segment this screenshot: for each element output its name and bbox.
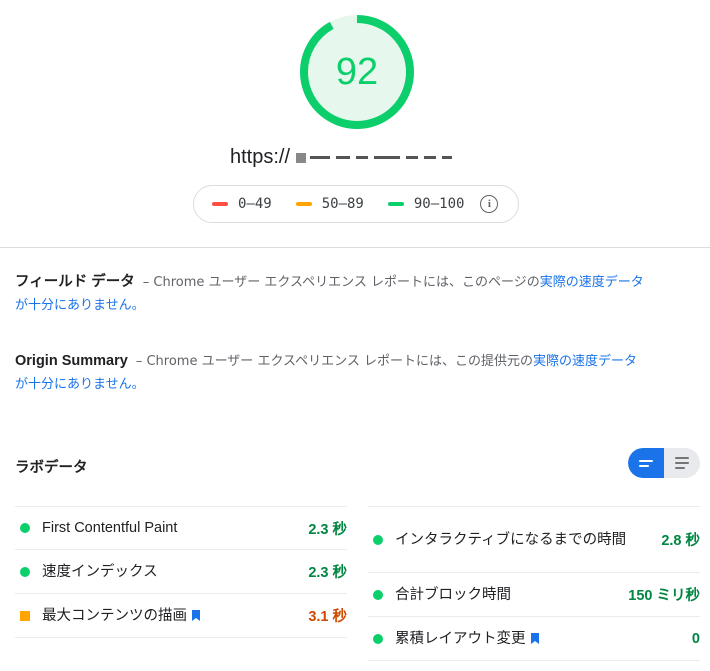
compact-view-toggle[interactable] <box>628 448 664 478</box>
expanded-view-icon <box>675 457 689 459</box>
compact-view-icon <box>639 459 653 462</box>
metric-value: 2.8 秒 <box>661 533 700 549</box>
pass-indicator-icon <box>373 633 383 644</box>
metric-value: 3.1 秒 <box>308 609 347 625</box>
average-indicator-icon <box>20 610 30 621</box>
legend-average-swatch <box>295 202 312 206</box>
metric-name-wrap: 最大コンテンツの描画 <box>42 605 308 627</box>
metric-name: 累積レイアウト変更 <box>395 630 526 647</box>
legend-fail-swatch <box>212 202 228 206</box>
expanded-view-toggle[interactable] <box>664 448 700 478</box>
metrics-view-toggle[interactable] <box>628 448 700 478</box>
performance-score-gauge: 92 <box>297 12 417 132</box>
tested-url: https:// <box>0 146 710 169</box>
metrics-right-column: インタラクティブになるまでの時間 2.8 秒 合計ブロック時間 150 ミリ秒 … <box>368 506 700 661</box>
metric-value: 2.3 秒 <box>308 565 347 581</box>
legend-average: 50–89 <box>295 196 364 212</box>
bookmark-flag-icon <box>192 609 200 621</box>
bookmark-flag-icon <box>530 632 539 644</box>
metric-name: 速度インデックス <box>42 563 158 580</box>
metric-value: 2.3 秒 <box>308 521 347 538</box>
metric-cls: 累積レイアウト変更 0 <box>368 616 700 661</box>
legend-pass-label: 90–100 <box>413 196 465 212</box>
legend-fail-label: 0–49 <box>238 196 272 212</box>
url-prefix: https:// <box>229 146 291 168</box>
legend-pass-swatch <box>387 202 404 206</box>
metric-tti: インタラクティブになるまでの時間 2.8 秒 <box>368 506 700 572</box>
metric-name: インタラクティブになるまでの時間 <box>395 531 627 548</box>
lab-data-title: ラボデータ <box>15 460 88 476</box>
field-data-text: – Chrome ユーザー エクスペリエンス レポートには、このページの <box>142 275 540 290</box>
field-data-section: フィールド データ – Chrome ユーザー エクスペリエンス レポートには、こ… <box>15 271 645 317</box>
legend-fail: 0–49 <box>212 196 272 212</box>
metric-name: First Contentful Paint <box>42 520 178 536</box>
metric-speed-index: 速度インデックス 2.3 秒 <box>15 549 347 593</box>
metric-name: 合計ブロック時間 <box>395 586 511 603</box>
metric-name-wrap: 累積レイアウト変更 <box>395 628 692 650</box>
score-value: 92 <box>335 50 379 93</box>
pass-indicator-icon <box>20 523 30 533</box>
metric-lcp: 最大コンテンツの描画 3.1 秒 <box>15 593 347 638</box>
redacted-url-mask <box>296 152 454 163</box>
metric-fcp: First Contentful Paint 2.3 秒 <box>15 506 347 549</box>
pass-indicator-icon <box>20 566 30 577</box>
pass-indicator-icon <box>373 589 383 600</box>
section-divider <box>0 247 710 248</box>
origin-summary-section: Origin Summary – Chrome ユーザー エクスペリエンス レポー… <box>15 350 645 396</box>
score-legend: 0–49 50–89 90–100 i <box>193 185 519 223</box>
origin-summary-text: – Chrome ユーザー エクスペリエンス レポートには、この提供元の <box>135 354 534 369</box>
metric-value: 150 ミリ秒 <box>628 588 700 604</box>
pass-indicator-icon <box>373 534 383 545</box>
origin-summary-heading: Origin Summary <box>15 353 128 369</box>
info-icon[interactable]: i <box>480 195 499 213</box>
metric-value: 0 <box>691 630 700 647</box>
legend-average-label: 50–89 <box>321 196 364 212</box>
metrics-left-column: First Contentful Paint 2.3 秒 速度インデックス 2.… <box>15 506 347 638</box>
legend-pass: 90–100 <box>387 196 465 212</box>
field-data-heading: フィールド データ <box>15 274 135 290</box>
metric-tbt: 合計ブロック時間 150 ミリ秒 <box>368 572 700 616</box>
metric-name: 最大コンテンツの描画 <box>42 607 187 624</box>
